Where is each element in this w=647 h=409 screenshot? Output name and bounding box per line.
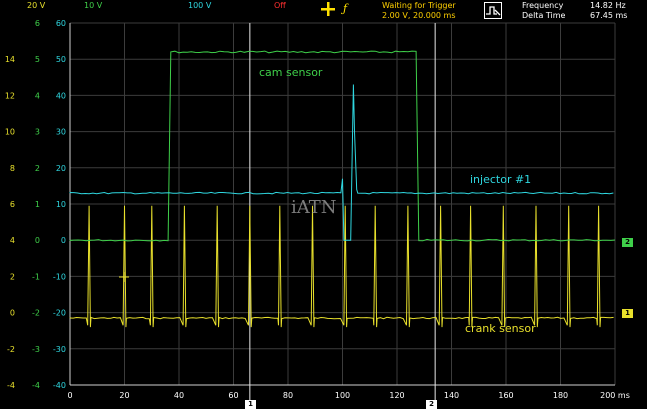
scope-display[interactable]: 6050403020100-10-20-30-406543210-1-2-3-4… — [0, 0, 647, 409]
channel-1-marker[interactable]: 1 — [622, 309, 633, 318]
green-tick-label: 4 — [35, 91, 40, 100]
cyan-tick-label: 20 — [56, 164, 66, 173]
ruler-1-handle[interactable]: 1 — [245, 400, 256, 409]
crank-sensor-trace — [69, 205, 614, 328]
x-tick-label: 100 — [335, 391, 350, 400]
x-axis-ticks: 0 20 40 60 80 100 120 140 160 180 200 ms — [67, 391, 629, 400]
yellow-tick-label: 14 — [5, 55, 15, 64]
green-tick-label: -3 — [32, 345, 40, 354]
cyan-tick-label: 0 — [61, 236, 66, 245]
x-tick-label: 160 — [498, 391, 513, 400]
cyan-tick-label: -20 — [53, 309, 66, 318]
green-tick-label: -2 — [32, 309, 40, 318]
green-tick-label: -4 — [32, 381, 40, 390]
yellow-tick-label: 8 — [10, 164, 15, 173]
yellow-tick-label: 6 — [10, 200, 15, 209]
cyan-tick-label: 50 — [56, 55, 66, 64]
channel-2-marker[interactable]: 2 — [622, 238, 633, 247]
yellow-tick-label: 0 — [10, 309, 15, 318]
x-tick-label: 120 — [389, 391, 404, 400]
cyan-tick-label: 40 — [56, 91, 66, 100]
cyan-tick-label: 60 — [56, 19, 66, 28]
yellow-tick-label: 4 — [10, 236, 15, 245]
x-tick-label: 40 — [174, 391, 184, 400]
green-tick-label: -1 — [32, 272, 40, 281]
x-tick-label: 20 — [119, 391, 129, 400]
yellow-tick-label: -2 — [7, 345, 15, 354]
cyan-tick-label: 30 — [56, 128, 66, 137]
x-tick-label: 180 — [553, 391, 568, 400]
yellow-tick-label: 12 — [5, 91, 15, 100]
x-tick-label: 140 — [444, 391, 459, 400]
green-tick-label: 6 — [35, 19, 40, 28]
yellow-tick-label: -4 — [7, 381, 15, 390]
crank-sensor-label: crank sensor — [465, 322, 536, 335]
cyan-tick-label: -10 — [53, 272, 66, 281]
iatn-watermark: iATN — [291, 197, 337, 218]
injector-label: injector #1 — [470, 173, 531, 186]
ruler-2-handle[interactable]: 2 — [426, 400, 437, 409]
green-tick-label: 0 — [35, 236, 40, 245]
x-tick-label: 0 — [67, 391, 72, 400]
cam-sensor-label: cam sensor — [259, 66, 323, 79]
green-tick-label: 1 — [35, 200, 40, 209]
yellow-tick-label: 2 — [10, 272, 15, 281]
green-tick-label: 5 — [35, 55, 40, 64]
green-tick-label: 2 — [35, 164, 40, 173]
yellow-tick-label: 10 — [5, 128, 15, 137]
y-axis-ticks: 6050403020100-10-20-30-406543210-1-2-3-4… — [5, 19, 66, 390]
cyan-tick-label: 10 — [56, 200, 66, 209]
cyan-tick-label: -30 — [53, 345, 66, 354]
x-tick-label: 60 — [228, 391, 238, 400]
x-tick-label-last: 200 ms — [600, 391, 630, 400]
cursor-crosshair-icon — [119, 272, 129, 282]
green-tick-label: 3 — [35, 128, 40, 137]
cyan-tick-label: -40 — [53, 381, 66, 390]
x-tick-label: 80 — [283, 391, 293, 400]
